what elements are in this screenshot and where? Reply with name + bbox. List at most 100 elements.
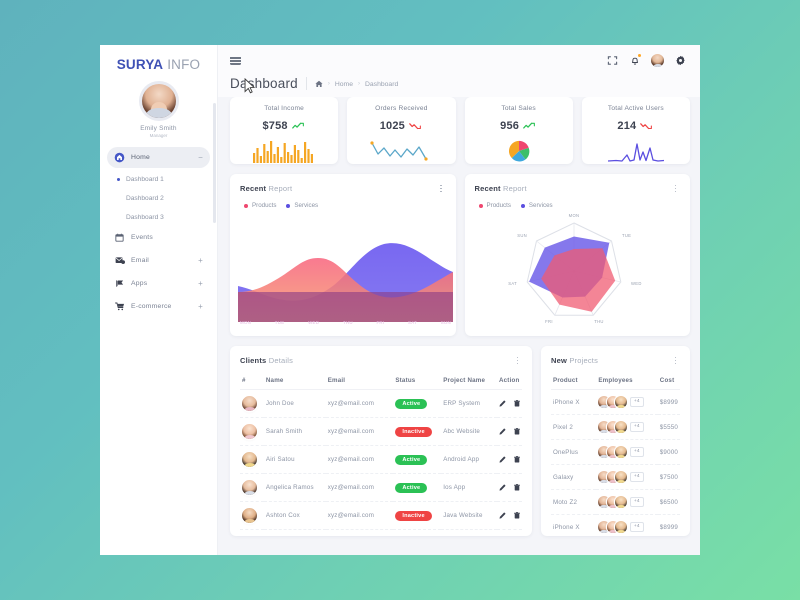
avatar-group[interactable]: +4 — [598, 396, 655, 408]
avatar — [615, 446, 628, 458]
table-row[interactable]: Pixel 2 +4 $5550 — [551, 414, 680, 440]
bullet-icon — [117, 197, 120, 200]
cell-email: xyz@email.com — [325, 473, 394, 502]
col-project: Project Name — [441, 373, 497, 390]
delete-icon[interactable] — [514, 456, 520, 463]
avatar-overflow-count[interactable]: +4 — [629, 497, 644, 507]
table-row[interactable]: Airi Satou xyz@email.com Active Android … — [240, 445, 522, 474]
avatar — [615, 396, 628, 408]
cell-employees: +4 — [596, 464, 658, 490]
stat-card-total-active-users[interactable]: Total Active Users 214 — [581, 97, 690, 164]
card-title: New Projects — [551, 356, 598, 365]
stat-card-total-sales[interactable]: Total Sales 956 — [464, 97, 573, 164]
legend-item-services[interactable]: Services — [286, 202, 318, 209]
cell-status: Active — [393, 389, 442, 418]
radar-chart-plot: MON TUE WED THU FRI SAT SUN — [508, 213, 641, 324]
avatar-overflow-count[interactable]: +4 — [629, 422, 644, 432]
avatar-overflow-count[interactable]: +4 — [629, 472, 644, 482]
status-badge: Inactive — [395, 426, 432, 437]
home-icon[interactable] — [315, 80, 323, 88]
stat-card-total-income[interactable]: Total Income $758 — [230, 97, 339, 164]
fullscreen-icon[interactable] — [607, 55, 618, 66]
edit-icon[interactable] — [499, 428, 506, 435]
more-options-icon[interactable] — [671, 183, 680, 194]
avatar[interactable] — [138, 81, 179, 121]
cell-email: xyz@email.com — [325, 501, 394, 530]
col-email: Email — [325, 373, 394, 390]
edit-icon[interactable] — [499, 456, 506, 463]
gear-icon[interactable] — [675, 55, 686, 66]
legend-item-services[interactable]: Services — [520, 202, 553, 209]
trend-up-icon — [291, 117, 306, 135]
cell-name: Ashton Cox — [263, 501, 326, 530]
brand-name-bold: SURYA — [116, 57, 164, 72]
avatar — [615, 496, 628, 508]
trend-down-icon — [640, 117, 654, 135]
edit-icon[interactable] — [499, 512, 506, 519]
sidebar-item-home[interactable]: Home − — [107, 147, 210, 168]
sidebar-item-apps[interactable]: Apps + — [107, 273, 210, 294]
edit-icon[interactable] — [499, 484, 506, 491]
avatar-group[interactable]: +4 — [598, 496, 655, 508]
hamburger-icon[interactable] — [230, 55, 241, 65]
more-options-icon[interactable] — [671, 355, 680, 366]
sidebar-item-email[interactable]: Email + — [107, 250, 210, 271]
brand-logo[interactable]: SURYA INFO — [100, 57, 217, 72]
expand-toggle[interactable]: + — [198, 279, 203, 288]
avatar-group[interactable]: +4 — [598, 446, 655, 458]
delete-icon[interactable] — [514, 428, 520, 435]
legend-item-products[interactable]: Products — [244, 202, 276, 209]
avatar-group[interactable]: +4 — [598, 521, 655, 533]
table-row[interactable]: Angelica Ramos xyz@email.com Active Ios … — [240, 473, 522, 502]
table-row[interactable]: John Doe xyz@email.com Active ERP System — [240, 389, 522, 418]
avatar-overflow-count[interactable]: +4 — [629, 522, 644, 532]
more-options-icon[interactable] — [513, 355, 522, 366]
avatar-overflow-count[interactable]: +4 — [629, 397, 644, 407]
legend-dot — [520, 203, 525, 208]
legend-item-products[interactable]: Products — [478, 202, 511, 209]
cell-product: Moto Z2 — [551, 489, 597, 515]
avatar-group[interactable]: +4 — [598, 471, 655, 483]
delete-icon[interactable] — [514, 484, 520, 491]
home-icon — [114, 152, 125, 163]
sidebar-scrollbar[interactable] — [213, 103, 216, 223]
table-row[interactable]: Galaxy +4 $7500 — [551, 464, 680, 490]
cell-avatar — [240, 389, 264, 418]
collapse-toggle[interactable]: − — [198, 153, 203, 162]
table-row[interactable]: Ashton Cox xyz@email.com Inactive Java W… — [240, 501, 522, 530]
topbar: Dashboard › Home › Dashboard — [218, 45, 700, 97]
avatar-image — [141, 84, 176, 118]
avatar-overflow-count[interactable]: +4 — [629, 447, 644, 457]
divider — [305, 77, 307, 90]
status-badge: Active — [395, 482, 428, 493]
projects-table: Product Employees Cost iPhone X +4 $8999… — [551, 373, 680, 536]
table-row[interactable]: iPhone X +4 $8999 — [551, 514, 680, 536]
sidebar-item-events[interactable]: Events — [107, 227, 210, 248]
cell-status: Inactive — [393, 501, 442, 530]
more-options-icon[interactable] — [437, 183, 446, 194]
expand-toggle[interactable]: + — [198, 302, 203, 311]
table-row[interactable]: Sarah Smith xyz@email.com Inactive Abc W… — [240, 417, 522, 446]
cell-cost: $9000 — [657, 439, 680, 465]
sidebar-item-dashboard-2[interactable]: Dashboard 2 — [107, 189, 210, 208]
sidebar-item-dashboard-3[interactable]: Dashboard 3 — [107, 208, 210, 227]
sales-pie-chart — [506, 139, 532, 164]
bottom-row: Clients Details # Name Email Status Proj… — [230, 346, 690, 536]
breadcrumb-item-home[interactable]: Home — [335, 81, 353, 88]
sidebar-item-dashboard-1[interactable]: Dashboard 1 — [107, 170, 210, 189]
sidebar-item-e-commerce[interactable]: E-commerce + — [107, 296, 210, 317]
table-row[interactable]: OnePlus +4 $9000 — [551, 439, 680, 465]
col-product: Product — [551, 373, 597, 390]
breadcrumb-item-dashboard[interactable]: Dashboard — [365, 81, 398, 88]
legend-dot — [244, 203, 248, 208]
delete-icon[interactable] — [514, 512, 520, 519]
avatar-group[interactable]: +4 — [598, 421, 655, 433]
bell-icon[interactable] — [629, 53, 641, 66]
avatar[interactable] — [651, 53, 664, 67]
expand-toggle[interactable]: + — [198, 256, 203, 265]
table-row[interactable]: iPhone X +4 $8999 — [551, 389, 680, 415]
stat-card-orders-received[interactable]: Orders Received 1025 — [347, 97, 456, 164]
delete-icon[interactable] — [514, 400, 520, 407]
edit-icon[interactable] — [499, 400, 506, 407]
table-row[interactable]: Moto Z2 +4 $6500 — [551, 489, 680, 515]
